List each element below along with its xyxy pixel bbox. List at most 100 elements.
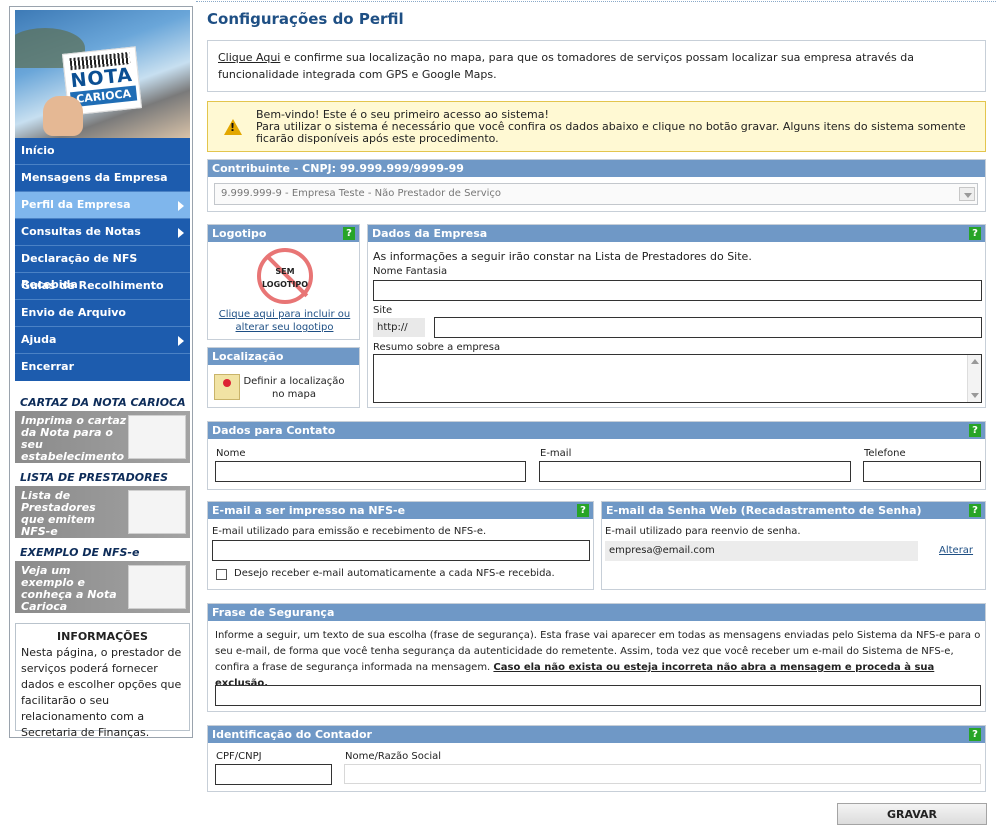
promo-exemplo[interactable]: Veja um exemplo e conheça a Nota Carioca [15, 561, 190, 613]
nota-carioca-logo[interactable]: NOTA CARIOCA [15, 10, 190, 138]
logotipo-panel: Logotipo? SEM LOGOTIPO Clique aqui para i… [207, 224, 360, 340]
razao-social-input[interactable] [344, 764, 981, 784]
alterar-link[interactable]: Alterar [939, 545, 973, 556]
top-divider [196, 1, 996, 2]
menu-item-ajuda[interactable]: Ajuda [15, 327, 190, 354]
resumo-textarea[interactable] [373, 354, 982, 403]
promo-text: Imprima o cartaz da Nota para o seu esta… [21, 414, 127, 463]
site-input[interactable] [434, 317, 982, 338]
scroll-down-icon[interactable] [971, 393, 979, 398]
nome-fantasia-label: Nome Fantasia [373, 266, 448, 277]
site-prefix: http:// [373, 318, 425, 337]
contribuinte-panel: Contribuinte - CNPJ: 99.999.999/9999-99 … [207, 159, 986, 212]
frase-header: Frase de Segurança [208, 604, 985, 621]
submenu-arrow-icon [178, 228, 184, 238]
promo-title-exemplo: EXEMPLO DE NFS-e [20, 546, 140, 559]
sidebar: NOTA CARIOCA Início Mensagens da Empresa… [9, 6, 193, 739]
auto-email-checkbox[interactable] [216, 569, 227, 580]
info-box: INFORMAÇÕES Nesta página, o prestador de… [15, 623, 190, 739]
dados-empresa-panel: Dados da Empresa? As informações a segui… [367, 224, 986, 408]
nome-fantasia-input[interactable] [373, 280, 982, 301]
contador-header-label: Identificação do Contador [212, 728, 372, 741]
menu-item-guias[interactable]: Guias de Recolhimento [15, 273, 190, 300]
logotipo-header-label: Logotipo [212, 227, 267, 240]
contato-header: Dados para Contato? [208, 422, 985, 439]
warning-line2: Para utilizar o sistema é necessário que… [256, 120, 966, 145]
email-nfse-panel: E-mail a ser impresso na NFS-e? E-mail u… [207, 501, 594, 590]
email-senha-panel: E-mail da Senha Web (Recadastramento de … [601, 501, 986, 590]
menu-item-label: Perfil da Empresa [21, 198, 131, 211]
gravar-button[interactable]: GRAVAR [837, 803, 987, 825]
promo-text: Veja um exemplo e conheça a Nota Carioca [21, 564, 117, 613]
textarea-scrollbar[interactable] [967, 355, 981, 402]
notice-text: e confirme sua localização no mapa, para… [218, 51, 914, 81]
menu-item-consultas[interactable]: Consultas de Notas [15, 219, 190, 246]
localizacao-panel: Localização Definir a localização no map… [207, 347, 360, 408]
frase-text: Informe a seguir, um texto de sua escolh… [215, 628, 981, 692]
contribuinte-select[interactable]: 9.999.999-9 - Empresa Teste - Não Presta… [214, 183, 978, 205]
promo-title-cartaz: CARTAZ DA NOTA CARIOCA [20, 396, 186, 409]
no-logo-text: SEM LOGOTIPO [261, 265, 309, 291]
help-icon[interactable]: ? [969, 728, 981, 741]
site-label: Site [373, 305, 393, 316]
menu-item-label: Guias de Recolhimento [21, 279, 164, 292]
email-senha-header: E-mail da Senha Web (Recadastramento de … [602, 502, 985, 519]
scroll-up-icon[interactable] [971, 359, 979, 364]
contato-telefone-input[interactable] [863, 461, 981, 482]
menu-item-encerrar[interactable]: Encerrar [15, 354, 190, 381]
hand-graphic [43, 96, 83, 136]
menu-item-mensagens[interactable]: Mensagens da Empresa [15, 165, 190, 192]
frase-panel: Frase de Segurança Informe a seguir, um … [207, 603, 986, 712]
contato-header-label: Dados para Contato [212, 424, 336, 437]
book-icon [128, 490, 186, 534]
menu-item-label: Envio de Arquivo [21, 306, 126, 319]
menu-item-label: Início [21, 144, 55, 157]
menu-item-label: Consultas de Notas [21, 225, 141, 238]
help-icon[interactable]: ? [577, 504, 589, 517]
email-nfse-desc: E-mail utilizado para emissão e recebime… [212, 526, 487, 537]
cpf-label: CPF/CNPJ [216, 751, 262, 762]
menu-item-label: Mensagens da Empresa [21, 171, 168, 184]
dados-empresa-intro: As informações a seguir irão constar na … [373, 250, 752, 263]
help-icon[interactable]: ? [969, 424, 981, 437]
contribuinte-selected: 9.999.999-9 - Empresa Teste - Não Presta… [221, 188, 502, 199]
contato-nome-label: Nome [216, 448, 246, 459]
document-icon [128, 565, 186, 609]
frase-input[interactable] [215, 685, 981, 706]
contador-header: Identificação do Contador? [208, 726, 985, 743]
submenu-arrow-icon [178, 336, 184, 346]
help-icon[interactable]: ? [969, 504, 981, 517]
email-senha-value: empresa@email.com [605, 541, 918, 561]
warning-icon [224, 119, 242, 135]
clique-aqui-link[interactable]: Clique Aqui [218, 51, 280, 64]
define-location-link[interactable]: Definir a localização no mapa [242, 375, 346, 401]
email-nfse-input[interactable] [212, 540, 590, 561]
contato-nome-input[interactable] [215, 461, 526, 482]
page-title: Configurações do Perfil [207, 10, 404, 28]
menu-item-inicio[interactable]: Início [15, 138, 190, 165]
promo-cartaz[interactable]: Imprima o cartaz da Nota para o seu esta… [15, 411, 190, 463]
dados-empresa-header: Dados da Empresa? [368, 225, 985, 242]
welcome-warning: Bem-vindo! Este é o seu primeiro acesso … [207, 101, 986, 152]
menu-item-declaracao[interactable]: Declaração de NFS Recebida [15, 246, 190, 291]
no-logo-line2: LOGOTIPO [261, 280, 309, 289]
menu-item-perfil[interactable]: Perfil da Empresa [15, 192, 190, 219]
location-notice: Clique Aqui e confirme sua localização n… [207, 40, 986, 92]
printer-icon [128, 415, 186, 459]
change-logo-link[interactable]: Clique aqui para incluir ou alterar seu … [218, 308, 351, 334]
cpf-input[interactable] [215, 764, 332, 785]
help-icon[interactable]: ? [343, 227, 355, 240]
menu-item-label: Encerrar [21, 360, 75, 373]
razao-social-label: Nome/Razão Social [345, 751, 442, 762]
map-icon[interactable] [214, 374, 240, 400]
email-nfse-header-label: E-mail a ser impresso na NFS-e [212, 504, 406, 517]
help-icon[interactable]: ? [969, 227, 981, 240]
promo-prestadores[interactable]: Lista de Prestadores que emitem NFS-e [15, 486, 190, 538]
contato-email-label: E-mail [540, 448, 572, 459]
submenu-arrow-icon [178, 201, 184, 211]
auto-email-label: Desejo receber e-mail automaticamente a … [234, 568, 555, 579]
contato-email-input[interactable] [539, 461, 851, 482]
menu-item-envio-arquivo[interactable]: Envio de Arquivo [15, 300, 190, 327]
dropdown-arrow-icon[interactable] [959, 187, 975, 201]
email-senha-header-label: E-mail da Senha Web (Recadastramento de … [606, 504, 922, 517]
